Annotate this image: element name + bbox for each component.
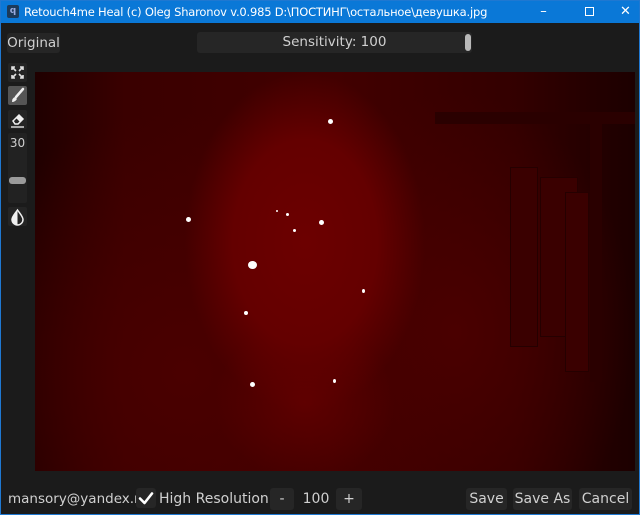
contrast-icon [11,208,24,226]
brush-size-value: 30 [9,136,26,150]
zoom-in-button[interactable]: + [336,488,362,510]
brush-icon [12,87,25,102]
blemish-mark [319,220,324,225]
minimize-button[interactable]: – [521,1,566,23]
save-button[interactable]: Save [466,488,507,510]
app-window: q Retouch4me Heal (c) Oleg Sharonov v.0.… [0,0,640,515]
eraser-tool-button[interactable] [8,110,27,129]
maximize-icon [585,7,594,16]
blemish-mark [244,311,248,315]
app-icon: q [7,5,19,18]
blemish-mark [186,217,191,222]
high-resolution-checkbox[interactable] [136,488,156,508]
expand-icon [11,66,24,79]
image-canvas[interactable] [35,72,635,471]
sensitivity-slider[interactable]: Sensitivity: 100 [197,32,472,53]
blemish-mark [248,261,257,269]
brush-size-slider-thumb[interactable] [9,177,26,184]
fit-to-screen-button[interactable] [8,63,27,82]
sensitivity-slider-thumb[interactable] [465,34,471,51]
window-title: Retouch4me Heal (c) Oleg Sharonov v.0.98… [24,5,488,19]
book [565,192,589,372]
close-button[interactable]: ✕ [603,1,640,23]
contrast-toggle-button[interactable] [8,207,27,226]
bookshelf-plank [435,112,635,124]
blemish-mark [362,289,365,293]
zoom-value: 100 [302,491,330,507]
eraser-icon [11,113,25,128]
blemish-mark [286,213,289,216]
title-bar: q Retouch4me Heal (c) Oleg Sharonov v.0.… [1,1,639,23]
original-button[interactable]: Original [7,33,60,53]
cancel-button[interactable]: Cancel [579,488,632,510]
bookshelf-side [590,122,602,382]
checkmark-icon [138,492,154,505]
zoom-out-button[interactable]: - [270,488,294,510]
brush-tool-button[interactable] [8,86,27,105]
user-email: mansory@yandex.ru [8,491,149,507]
sensitivity-label: Sensitivity: 100 [282,34,387,50]
brush-size-slider[interactable]: 30 [8,133,27,203]
blemish-mark [276,210,278,212]
high-resolution-label[interactable]: High Resolution [159,491,269,507]
blemish-mark [333,379,336,383]
save-as-button[interactable]: Save As [513,488,572,510]
blemish-mark [250,382,255,387]
book [510,167,538,347]
blemish-mark [328,119,333,124]
blemish-mark [293,229,296,232]
